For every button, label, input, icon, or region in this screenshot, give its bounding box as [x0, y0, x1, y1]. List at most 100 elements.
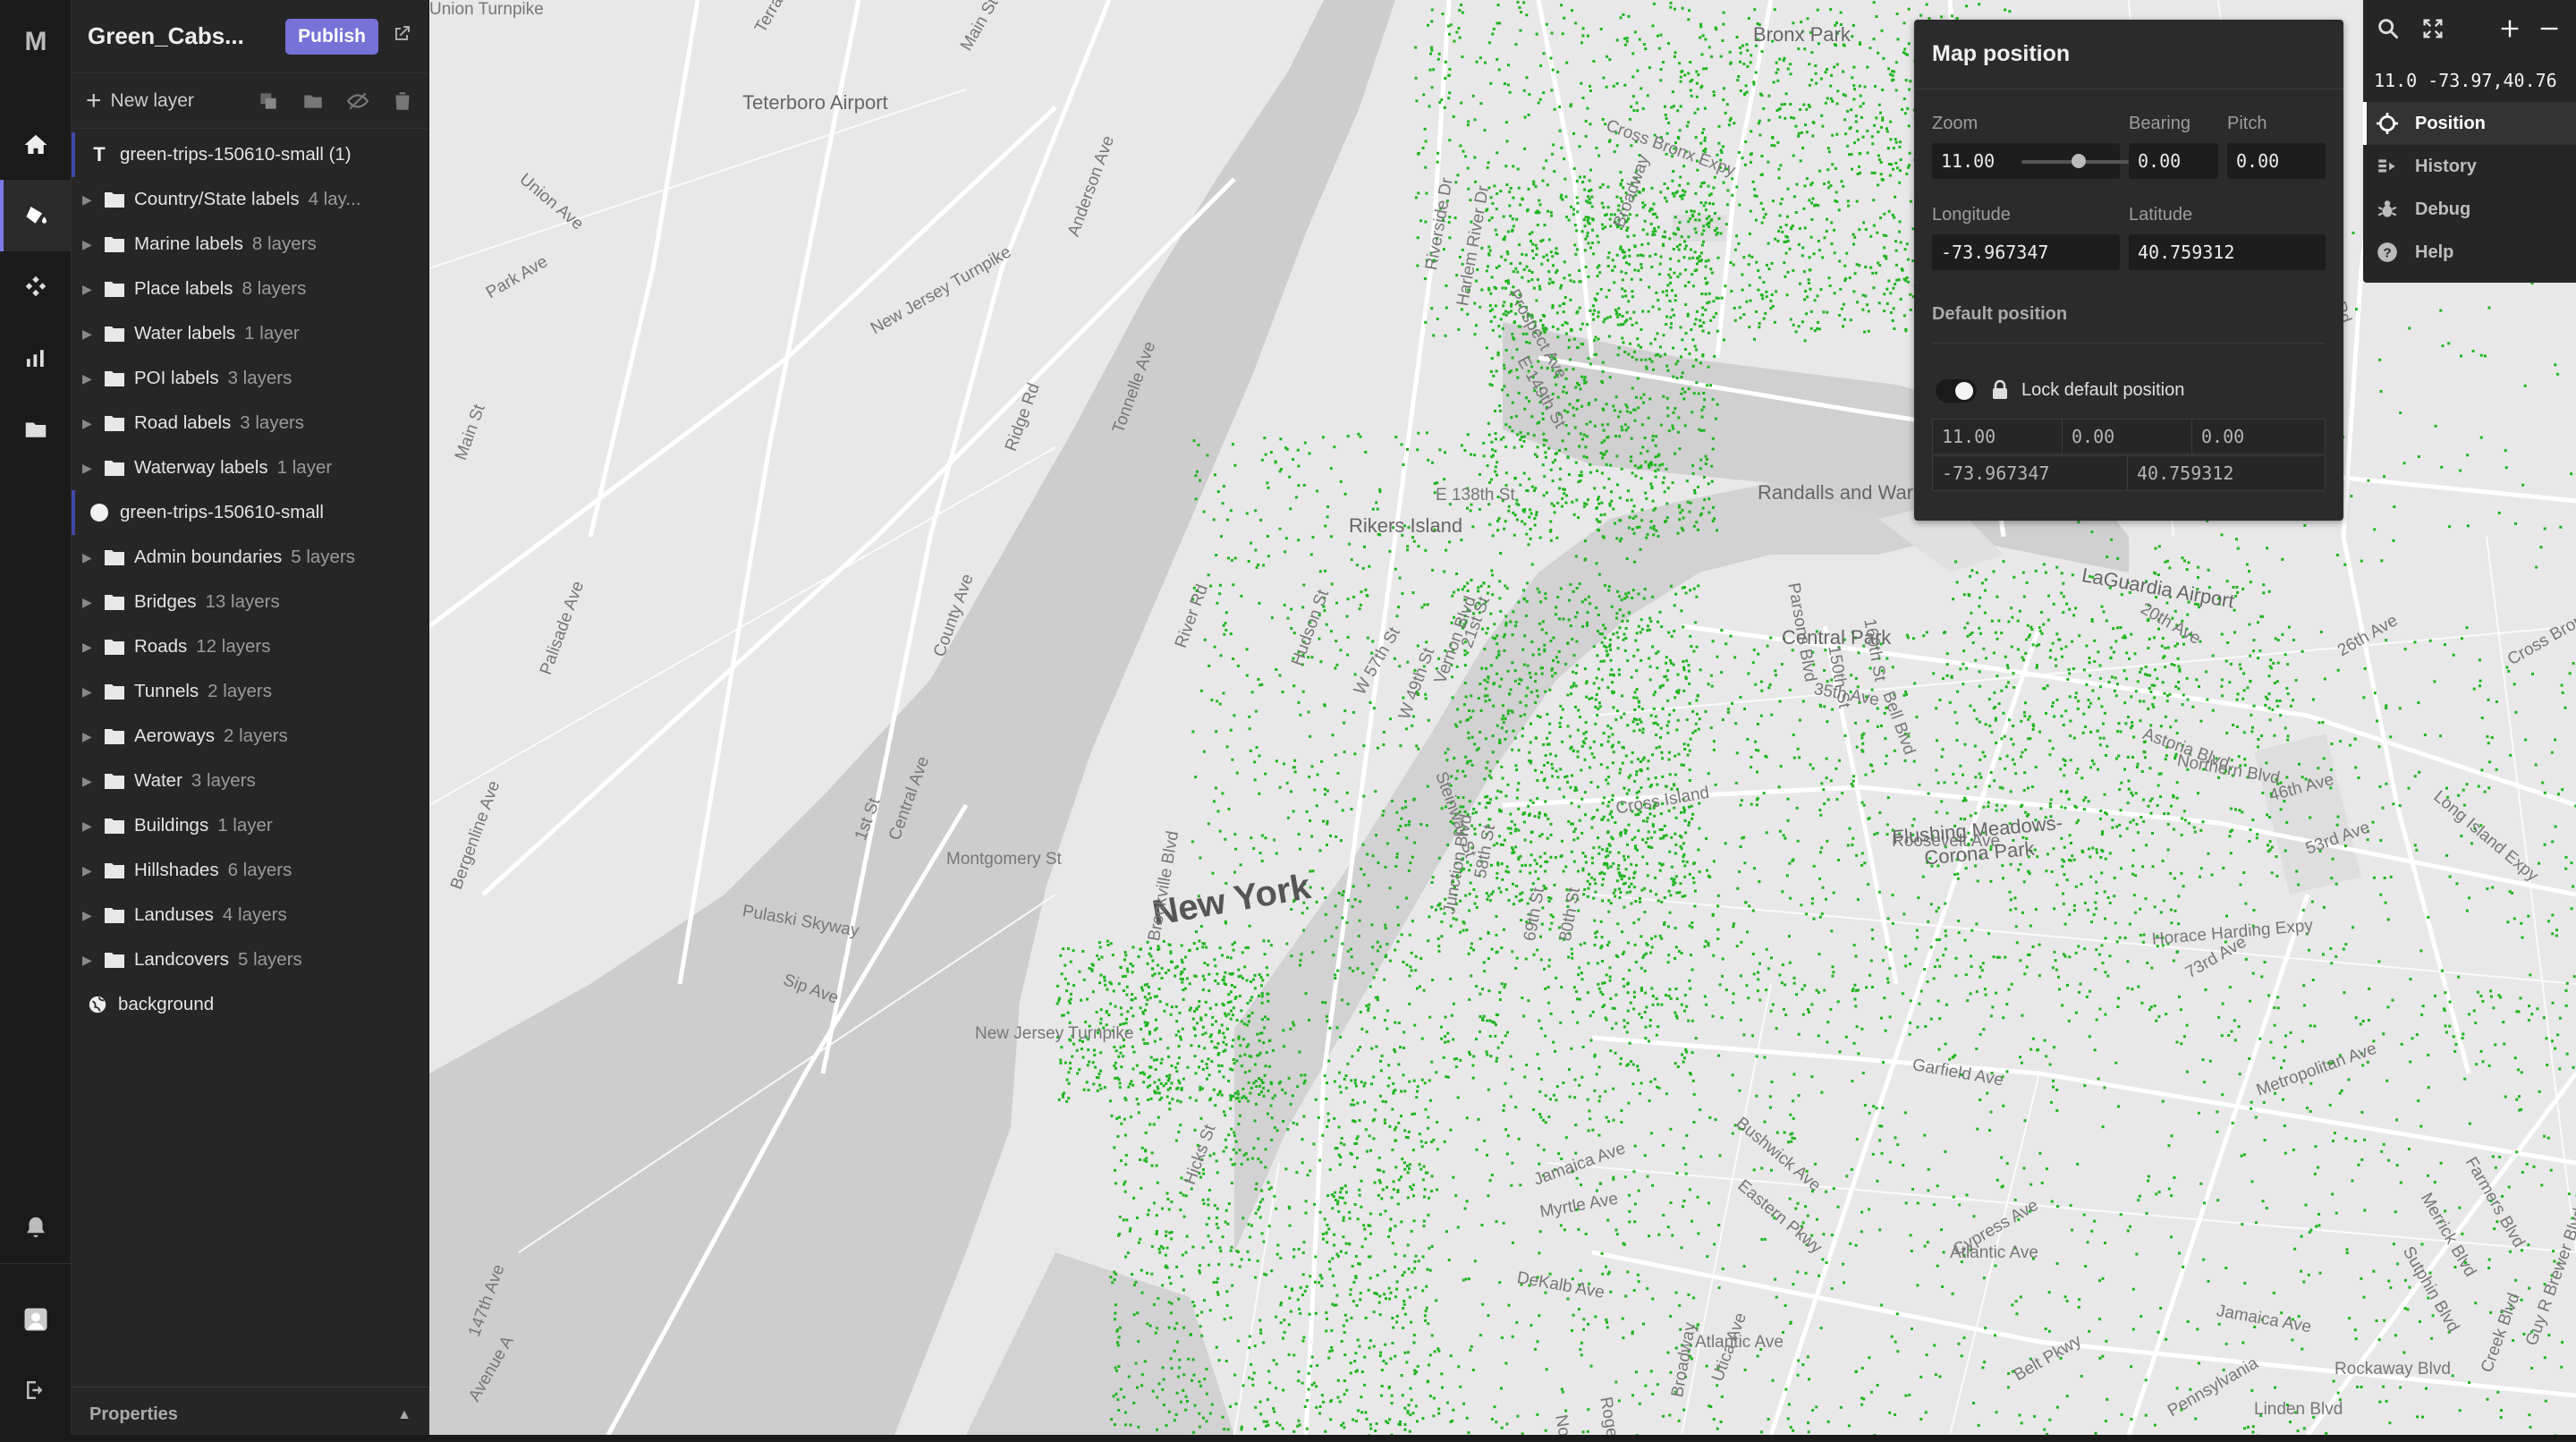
expand-caret-icon[interactable]: ▶ — [82, 371, 98, 386]
files-icon[interactable] — [0, 394, 72, 465]
layer-group-row[interactable]: ▶ Waterway labels 1 layer — [72, 445, 429, 490]
duplicate-icon[interactable] — [257, 89, 280, 113]
expand-caret-icon[interactable]: ▶ — [82, 819, 98, 834]
style-icon[interactable] — [0, 180, 72, 251]
layer-group-row[interactable]: ▶ Buildings 1 layer — [72, 803, 429, 848]
map-label: Rikers Island — [1349, 514, 1463, 537]
notification-icon[interactable] — [0, 1192, 72, 1263]
layer-group-row[interactable]: ▶ Water labels 1 layer — [72, 311, 429, 356]
lock-default-toggle[interactable] — [1936, 379, 1977, 403]
layer-group-row[interactable]: ▶ Marine labels 8 layers — [72, 222, 429, 267]
fullscreen-icon[interactable] — [2420, 16, 2445, 41]
nav-debug-label: Debug — [2415, 199, 2471, 219]
map-label: Bronx Park — [1753, 23, 1851, 46]
expand-caret-icon[interactable]: ▶ — [82, 863, 98, 878]
external-link-icon[interactable] — [391, 23, 412, 49]
group-folder-icon[interactable] — [301, 89, 325, 113]
zoom-out-icon[interactable] — [2537, 16, 2562, 41]
folder-icon — [104, 772, 125, 790]
expand-caret-icon[interactable]: ▶ — [82, 282, 98, 297]
expand-caret-icon[interactable]: ▶ — [82, 953, 98, 968]
folder-icon — [104, 727, 125, 745]
layer-count: 6 layers — [227, 860, 292, 880]
new-layer-button[interactable]: + New layer — [86, 87, 235, 115]
layer-group-row[interactable]: ▶ Tunnels 2 layers — [72, 669, 429, 714]
zoom-value: 11.00 — [1941, 150, 1996, 172]
expand-caret-icon[interactable]: ▶ — [82, 416, 98, 431]
expand-caret-icon[interactable]: ▶ — [82, 729, 98, 744]
folder-icon — [104, 191, 125, 208]
map-label: Teterboro Airport — [742, 91, 888, 114]
layer-group-row[interactable]: ▶ Country/State labels 4 lay... — [72, 177, 429, 222]
style-name[interactable]: Green_Cabs... — [88, 22, 285, 50]
layer-group-row[interactable]: ▶ Aeroways 2 layers — [72, 714, 429, 759]
layer-name: Place labels — [134, 278, 233, 299]
layer-count: 12 layers — [196, 636, 271, 657]
stats-icon[interactable] — [0, 322, 72, 394]
expand-caret-icon[interactable]: ▶ — [82, 595, 98, 610]
layer-group-row[interactable]: ▶ Roads 12 layers — [72, 624, 429, 669]
bearing-input[interactable]: 0.00 — [2129, 143, 2218, 179]
trash-icon[interactable] — [391, 89, 414, 113]
expand-caret-icon[interactable]: ▶ — [82, 774, 98, 789]
account-icon[interactable] — [0, 1284, 72, 1355]
sign-out-icon[interactable] — [0, 1354, 72, 1426]
nav-help[interactable]: ? Help — [2363, 231, 2576, 274]
circle-layer-icon — [89, 503, 109, 522]
background-layer-row[interactable]: background — [72, 982, 429, 1027]
dataset-icon[interactable] — [0, 250, 72, 322]
expand-caret-icon[interactable]: ▶ — [82, 908, 98, 923]
zoom-input[interactable]: 11.00 — [1932, 143, 2129, 179]
expand-caret-icon[interactable]: ▶ — [82, 237, 98, 252]
pitch-input[interactable]: 0.00 — [2227, 143, 2326, 179]
zoom-slider-thumb[interactable] — [2072, 154, 2086, 168]
zoom-slider[interactable] — [2021, 154, 2129, 168]
layer-name: Admin boundaries — [134, 547, 283, 567]
map-label: Montgomery St — [946, 850, 1062, 869]
home-icon[interactable] — [0, 109, 72, 181]
zoom-in-icon[interactable] — [2497, 16, 2522, 41]
layer-group-row[interactable]: ▶ Hillshades 6 layers — [72, 848, 429, 893]
folder-icon — [104, 951, 125, 969]
nav-debug[interactable]: Debug — [2363, 188, 2576, 231]
longitude-input[interactable]: -73.967347 — [1932, 234, 2120, 270]
source-layer-row[interactable]: Tgreen-trips-150610-small (1) — [72, 132, 429, 177]
expand-caret-icon[interactable]: ▶ — [82, 640, 98, 655]
publish-button[interactable]: Publish — [285, 18, 378, 55]
expand-caret-icon[interactable]: ▶ — [82, 684, 98, 700]
layer-count: 1 layer — [217, 815, 273, 836]
nav-position[interactable]: Position — [2363, 102, 2576, 145]
layer-group-row[interactable]: ▶ POI labels 3 layers — [72, 356, 429, 401]
hide-eye-icon[interactable] — [346, 89, 369, 113]
layer-count: 3 layers — [240, 412, 305, 433]
layer-group-row[interactable]: ▶ Admin boundaries 5 layers — [72, 535, 429, 580]
layer-name: Tunnels — [134, 681, 199, 701]
layer-count: 4 lay... — [308, 189, 361, 209]
map-position-title: Map position — [1914, 20, 2343, 89]
caret-up-icon[interactable]: ▲ — [397, 1407, 411, 1423]
app-logo[interactable]: M — [0, 27, 72, 57]
toggle-knob — [1955, 382, 1973, 400]
map-label: Atlantic Ave — [1950, 1243, 2038, 1262]
layer-group-row[interactable]: ▶ Landcovers 5 layers — [72, 937, 429, 982]
layer-group-row[interactable]: ▶ Place labels 8 layers — [72, 267, 429, 311]
pitch-label: Pitch — [2227, 114, 2267, 133]
expand-caret-icon[interactable]: ▶ — [82, 550, 98, 565]
source-layer-row[interactable]: green-trips-150610-small — [72, 490, 429, 535]
expand-caret-icon[interactable]: ▶ — [82, 192, 98, 208]
layer-group-row[interactable]: ▶ Landuses 4 layers — [72, 893, 429, 937]
expand-caret-icon[interactable]: ▶ — [82, 461, 98, 476]
layer-count: 2 layers — [208, 681, 272, 701]
bug-icon — [2377, 200, 2397, 217]
properties-panel[interactable]: Properties ▲ — [72, 1387, 429, 1442]
layer-group-row[interactable]: ▶ Water 3 layers — [72, 759, 429, 803]
layer-group-row[interactable]: ▶ Bridges 13 layers — [72, 580, 429, 624]
expand-caret-icon[interactable]: ▶ — [82, 327, 98, 342]
default-position-title: Default position — [1932, 304, 2068, 324]
layer-count: 13 layers — [205, 591, 280, 612]
layer-group-row[interactable]: ▶ Road labels 3 layers — [72, 401, 429, 445]
latitude-input[interactable]: 40.759312 — [2129, 234, 2326, 270]
search-icon[interactable] — [2376, 16, 2401, 41]
layer-name: Aeroways — [134, 725, 216, 746]
nav-history[interactable]: History — [2363, 145, 2576, 188]
